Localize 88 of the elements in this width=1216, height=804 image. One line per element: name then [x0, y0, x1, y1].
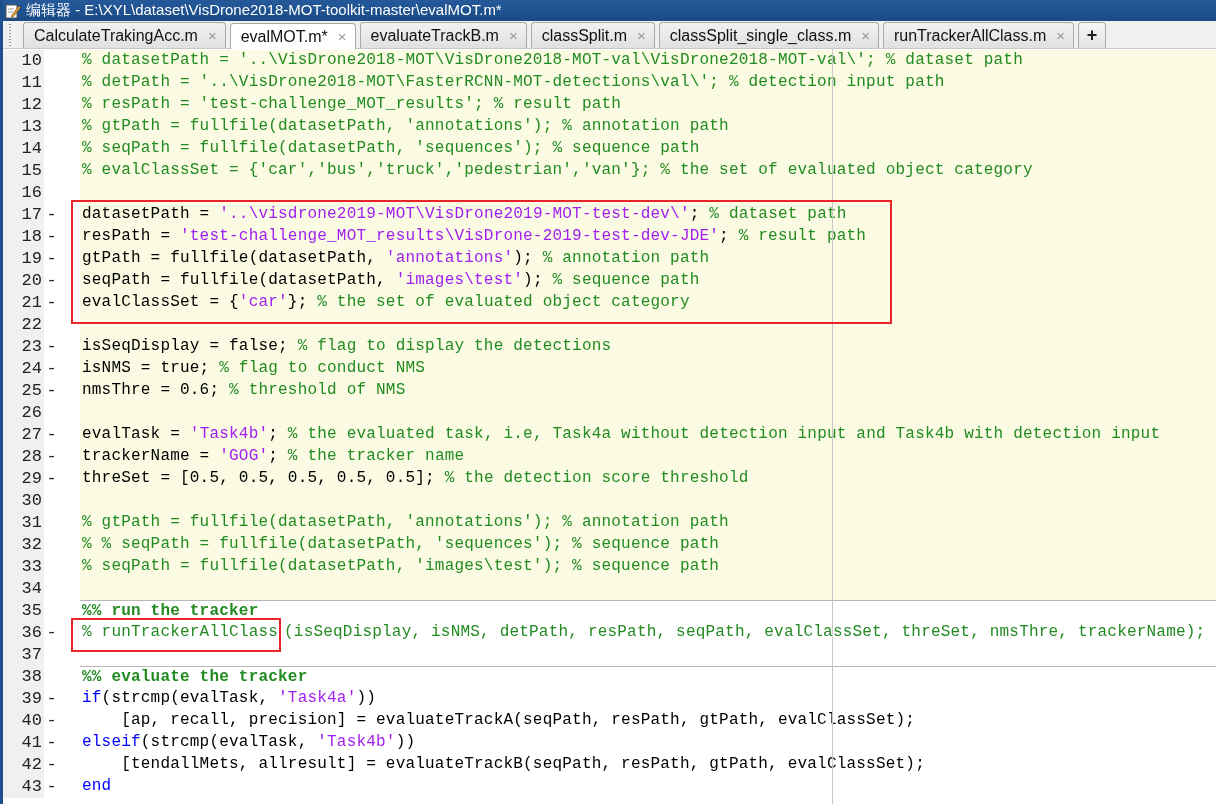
line-number: 32: [3, 534, 44, 556]
breakpoint-marker[interactable]: -: [46, 446, 57, 468]
line-number: 40: [3, 710, 44, 732]
section-title: %% evaluate the tracker: [81, 667, 308, 688]
line-number: 39: [3, 688, 44, 710]
code-line: % seqPath = fullfile(datasetPath, 'sequences'); % sequence path: [81, 138, 700, 159]
window-title: 编辑器 - E:\XYL\dataset\VisDrone2018-MOT-toolkit-master\evalMOT.m*: [26, 1, 502, 20]
line-number: 28: [3, 446, 44, 468]
code-line: % resPath = 'test-challenge_MOT_results'; % result path: [81, 94, 622, 115]
breakpoint-marker[interactable]: -: [46, 754, 57, 776]
section-title: %% run the tracker: [81, 601, 259, 622]
line-number: 34: [3, 578, 44, 600]
code-line: % seqPath = fullfile(datasetPath, 'images\test'); % sequence path: [81, 556, 720, 577]
code-line: [ap, recall, precision] = evaluateTrackA(seqPath, resPath, gtPath, evalClassSet);: [120, 710, 916, 731]
code-line: evalClassSet = {'car'}; % the set of evaluated object category: [81, 292, 690, 313]
breakpoint-marker[interactable]: -: [46, 292, 57, 314]
line-number: 30: [3, 490, 44, 512]
line-number: 29: [3, 468, 44, 490]
line-number: 19: [3, 248, 44, 270]
new-tab-button[interactable]: +: [1078, 22, 1107, 48]
code-line: threSet = [0.5, 0.5, 0.5, 0.5, 0.5]; % the detection score threshold: [81, 468, 749, 489]
editor-tab[interactable]: evaluateTrackB.m ×: [359, 22, 527, 48]
code-line: isSeqDisplay = false; % flag to display the detections: [81, 336, 612, 357]
code-line: % gtPath = fullfile(datasetPath, 'annotations'); % annotation path: [81, 116, 729, 137]
breakpoint-marker[interactable]: -: [46, 732, 57, 754]
code-line: nmsThre = 0.6; % threshold of NMS: [81, 380, 406, 401]
line-number: 26: [3, 402, 44, 424]
line-number: 22: [3, 314, 44, 336]
breakpoint-marker[interactable]: -: [46, 358, 57, 380]
line-number: 21: [3, 292, 44, 314]
line-number: 25: [3, 380, 44, 402]
code-line: end: [81, 776, 112, 797]
line-number: 12: [3, 94, 44, 116]
breakpoint-marker[interactable]: -: [46, 622, 57, 644]
code-line: [tendallMets, allresult] = evaluateTrackB(seqPath, resPath, gtPath, evalClassSet);: [120, 754, 925, 775]
line-number: 20: [3, 270, 44, 292]
code-line: if(strcmp(evalTask, 'Task4a')): [81, 688, 377, 709]
code-line: % datasetPath = '..\VisDrone2018-MOT\VisDrone2018-MOT-val\VisDrone2018-MOT-val\'; % dataset path: [81, 50, 1023, 71]
line-number: 10: [3, 50, 44, 72]
code-line: % runTrackerAllClass (isSeqDisplay, isNMS, detPath, resPath, seqPath, evalClassSet, threSet, nmsThre, trackerName);: [81, 622, 1206, 643]
editor-icon: [5, 2, 21, 19]
editor-tab[interactable]: runTrackerAllClass.m ×: [882, 22, 1075, 48]
line-number: 41: [3, 732, 44, 754]
code-line: % evalClassSet = {'car','bus','truck','pedestrian','van'}; % the set of evaluated object category: [81, 160, 1033, 181]
line-number: 42: [3, 754, 44, 776]
breakpoint-marker[interactable]: -: [46, 688, 57, 710]
editor-tab[interactable]: classSplit.m ×: [530, 22, 655, 48]
code-line: isNMS = true; % flag to conduct NMS: [81, 358, 426, 379]
code-line: elseif(strcmp(evalTask, 'Task4b')): [81, 732, 416, 753]
line-number: 18: [3, 226, 44, 248]
line-number: 13: [3, 116, 44, 138]
breakpoint-marker[interactable]: -: [46, 270, 57, 292]
breakpoint-marker[interactable]: -: [46, 336, 57, 358]
line-number: 35: [3, 600, 44, 622]
line-number: 36: [3, 622, 44, 644]
line-number: 24: [3, 358, 44, 380]
line-number: 43: [3, 776, 44, 798]
editor-tab[interactable]: classSplit_single_class.m ×: [658, 22, 879, 48]
code-line: gtPath = fullfile(datasetPath, 'annotations'); % annotation path: [81, 248, 710, 269]
breakpoint-marker[interactable]: -: [46, 226, 57, 248]
line-number: 16: [3, 182, 44, 204]
code-line: seqPath = fullfile(datasetPath, 'images\test'); % sequence path: [81, 270, 700, 291]
line-number: 38: [3, 666, 44, 688]
code-line: evalTask = 'Task4b'; % the evaluated task, i.e, Task4a without detection input and Task4b with detection input: [81, 424, 1161, 445]
line-number: 23: [3, 336, 44, 358]
line-number: 33: [3, 556, 44, 578]
code-line: resPath = 'test-challenge_MOT_results\VisDrone-2019-test-dev-JDE'; % result path: [81, 226, 867, 247]
line-number: 17: [3, 204, 44, 226]
breakpoint-marker[interactable]: -: [46, 248, 57, 270]
breakpoint-marker[interactable]: -: [46, 776, 57, 798]
breakpoint-marker[interactable]: -: [46, 710, 57, 732]
code-line: % gtPath = fullfile(datasetPath, 'annotations'); % annotation path: [81, 512, 729, 533]
code-line: datasetPath = '..\visdrone2019-MOT\VisDrone2019-MOT-test-dev\'; % dataset path: [81, 204, 847, 225]
line-number: 15: [3, 160, 44, 182]
code-line: trackerName = 'GOG'; % the tracker name: [81, 446, 465, 467]
line-number: 14: [3, 138, 44, 160]
breakpoint-marker[interactable]: -: [46, 468, 57, 490]
line-number: 27: [3, 424, 44, 446]
breakpoint-marker[interactable]: -: [46, 424, 57, 446]
editor-tab[interactable]: evalMOT.m* ×: [229, 23, 356, 49]
line-number: 11: [3, 72, 44, 94]
code-line: % % seqPath = fullfile(datasetPath, 'sequences'); % sequence path: [81, 534, 720, 555]
code-line: % detPath = '..\VisDrone2018-MOT\FasterRCNN-MOT-detections\val\'; % detection input path: [81, 72, 945, 93]
line-number: 37: [3, 644, 44, 666]
line-number: 31: [3, 512, 44, 534]
breakpoint-marker[interactable]: -: [46, 380, 57, 402]
breakpoint-marker[interactable]: -: [46, 204, 57, 226]
editor-tab[interactable]: CalculateTrakingAcc.m ×: [23, 22, 226, 48]
